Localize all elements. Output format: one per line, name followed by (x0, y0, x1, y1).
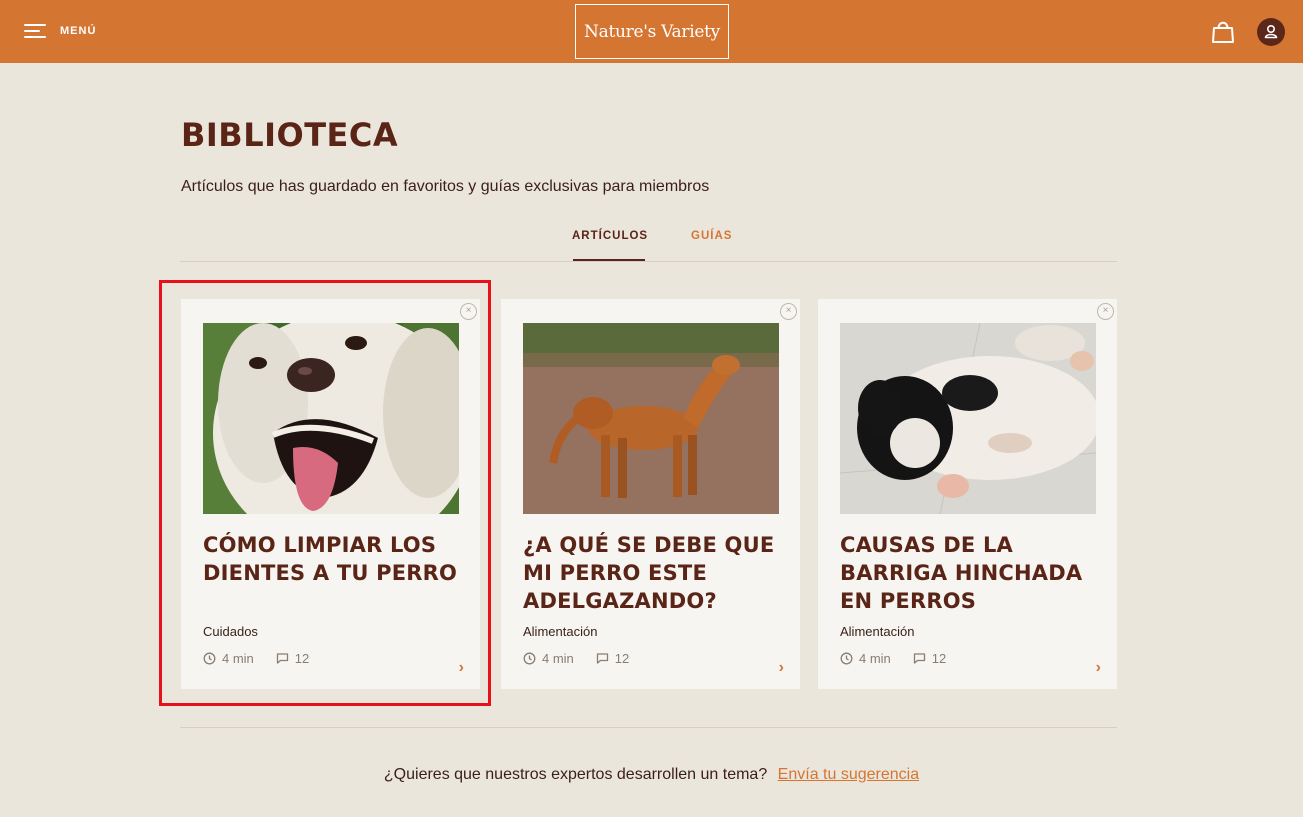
article-meta: 4 min 12 (840, 651, 946, 666)
menu-icon (24, 23, 46, 39)
article-image (840, 323, 1096, 514)
comment-count: 12 (294, 651, 310, 666)
comment-icon (913, 653, 925, 664)
suggestion-link[interactable]: Envía tu sugerencia (778, 766, 919, 783)
article-meta: 4 min 12 (523, 651, 629, 666)
comment-icon (276, 653, 288, 664)
read-time: 4 min (222, 651, 254, 666)
clock-icon (203, 652, 216, 665)
close-icon[interactable]: × (780, 303, 797, 320)
chevron-right-icon[interactable]: › (1096, 659, 1101, 677)
article-image (203, 323, 459, 514)
read-time: 4 min (859, 651, 891, 666)
article-card[interactable]: × CAUSAS DE LA BARRIGA HINCHADA EN PERRO… (818, 299, 1117, 689)
brand-logo[interactable]: Nature's Variety (575, 4, 729, 59)
page-title: BIBLIOTECA (181, 116, 399, 154)
user-icon[interactable] (1257, 18, 1285, 46)
tab-articulos[interactable]: ARTÍCULOS (572, 230, 648, 242)
suggestion-text: ¿Quieres que nuestros expertos desarroll… (383, 766, 768, 783)
article-card[interactable]: × ¿A QUÉ SE DEBE QUE MI PERRO ESTE ADELG… (501, 299, 800, 689)
top-bar: MENÚ Nature's Variety (0, 0, 1303, 63)
chevron-right-icon[interactable]: › (459, 659, 464, 677)
page-subtitle: Artículos que has guardado en favoritos … (181, 178, 710, 195)
article-category: Alimentación (840, 624, 915, 639)
article-image (523, 323, 779, 514)
article-meta: 4 min 12 (203, 651, 309, 666)
clock-icon (840, 652, 853, 665)
suggestion-prompt: ¿Quieres que nuestros expertos desarroll… (0, 766, 1303, 784)
close-icon[interactable]: × (460, 303, 477, 320)
menu-button[interactable]: MENÚ (24, 19, 96, 43)
comment-count: 12 (614, 651, 630, 666)
article-title[interactable]: CÓMO LIMPIAR LOS DIENTES A TU PERRO (203, 531, 463, 587)
clock-icon (523, 652, 536, 665)
logo-text: Nature's Variety (584, 21, 720, 42)
article-category: Cuidados (203, 624, 258, 639)
close-icon[interactable]: × (1097, 303, 1114, 320)
menu-label: MENÚ (60, 25, 97, 37)
read-time: 4 min (542, 651, 574, 666)
article-title[interactable]: CAUSAS DE LA BARRIGA HINCHADA EN PERROS (840, 531, 1100, 615)
tab-guias[interactable]: GUÍAS (691, 230, 732, 242)
article-title[interactable]: ¿A QUÉ SE DEBE QUE MI PERRO ESTE ADELGAZ… (523, 531, 783, 615)
footer-divider (180, 727, 1117, 728)
comment-icon (596, 653, 608, 664)
chevron-right-icon[interactable]: › (779, 659, 784, 677)
tabs-divider (180, 261, 1117, 262)
bag-icon[interactable] (1211, 18, 1235, 44)
article-card[interactable]: × CÓMO LIMPIAR LOS DIENTES A TU PERRO Cu… (181, 299, 480, 689)
comment-count: 12 (931, 651, 947, 666)
article-category: Alimentación (523, 624, 598, 639)
